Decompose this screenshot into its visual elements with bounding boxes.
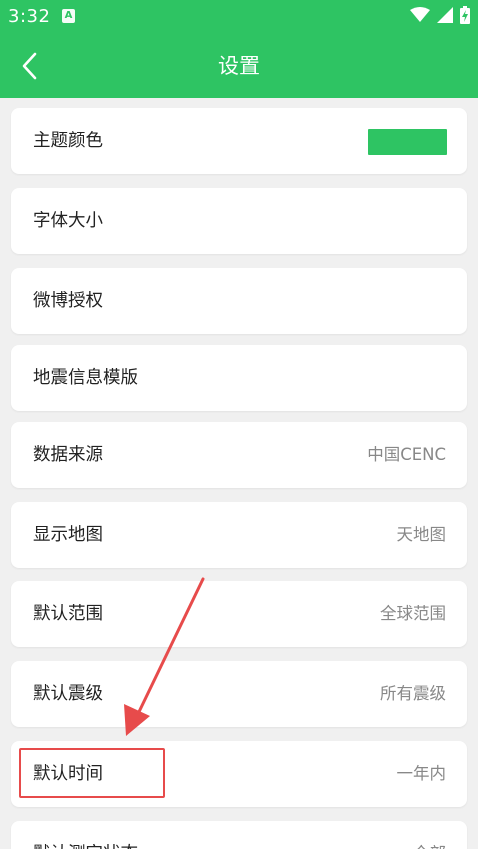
settings-row-map-display[interactable]: 显示地图 天地图 (11, 502, 467, 568)
back-arrow-icon (22, 52, 37, 80)
row-value: 所有震级 (380, 684, 446, 703)
row-label: 主题颜色 (33, 131, 103, 151)
row-label: 默认震级 (33, 684, 103, 704)
page-title: 设置 (218, 54, 260, 78)
row-value: 中国CENC (367, 445, 446, 464)
row-label: 默认范围 (33, 604, 103, 624)
row-label: 数据来源 (33, 445, 103, 465)
settings-row-weibo-auth[interactable]: 微博授权 (11, 268, 467, 334)
row-label: 默认时间 (33, 764, 103, 784)
settings-list: 主题颜色 字体大小 微博授权 地震信息模版 数据来源 中国CENC 显示地图 天… (0, 98, 478, 849)
status-icons (410, 6, 470, 28)
theme-color-swatch (368, 129, 447, 155)
settings-row-default-range[interactable]: 默认范围 全球范围 (11, 581, 467, 647)
settings-row-quake-template[interactable]: 地震信息模版 (11, 345, 467, 411)
row-value: 一年内 (396, 764, 447, 783)
app-toolbar: 设置 (0, 34, 478, 98)
settings-row-font-size[interactable]: 字体大小 (11, 188, 467, 254)
status-time: 3:32 (8, 6, 51, 27)
settings-row-default-magnitude[interactable]: 默认震级 所有震级 (11, 661, 467, 727)
settings-row-theme-color[interactable]: 主题颜色 (11, 108, 467, 174)
status-bar: 3:32 A (0, 0, 478, 34)
back-button[interactable] (8, 42, 52, 90)
wifi-icon (410, 7, 430, 27)
row-label: 显示地图 (33, 525, 103, 545)
settings-row-default-time[interactable]: 默认时间 一年内 (11, 741, 467, 807)
battery-charging-icon (460, 6, 470, 28)
settings-row-data-source[interactable]: 数据来源 中国CENC (11, 422, 467, 488)
row-value: 全球范围 (380, 604, 446, 623)
settings-row-measure-status[interactable]: 默认测定状态 全部 (11, 821, 467, 849)
row-label: 字体大小 (33, 211, 103, 231)
row-value: 天地图 (396, 525, 447, 544)
row-label: 默认测定状态 (33, 821, 138, 849)
app-notification-icon: A (62, 9, 75, 23)
row-value: 全部 (413, 821, 446, 849)
row-label: 微博授权 (33, 291, 103, 311)
cell-signal-icon (437, 7, 453, 27)
row-label: 地震信息模版 (33, 368, 138, 388)
